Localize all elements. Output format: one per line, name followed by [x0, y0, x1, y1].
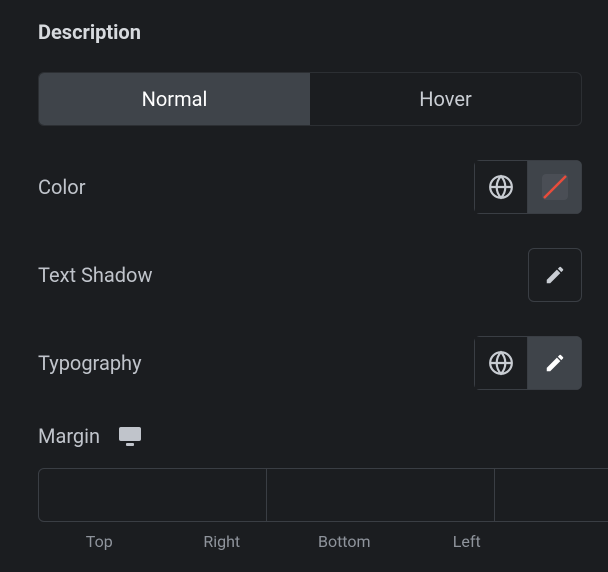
- margin-bottom-label: Bottom: [283, 532, 406, 551]
- margin-right-label: Right: [161, 532, 284, 551]
- text-shadow-row: Text Shadow: [38, 248, 582, 302]
- globe-icon: [488, 174, 514, 200]
- style-panel: Description Normal Hover Color Text S: [0, 0, 608, 571]
- margin-left-label: Left: [406, 532, 529, 551]
- monitor-icon: [118, 426, 142, 446]
- margin-top-label: Top: [38, 532, 161, 551]
- section-title: Description: [38, 20, 582, 44]
- typography-controls: [474, 336, 582, 390]
- typography-global-button[interactable]: [474, 336, 528, 390]
- tab-hover[interactable]: Hover: [310, 73, 581, 125]
- no-color-icon: [540, 172, 570, 202]
- color-row: Color: [38, 160, 582, 214]
- responsive-button[interactable]: [118, 426, 142, 446]
- margin-inputs: [38, 468, 582, 522]
- tab-normal[interactable]: Normal: [39, 73, 310, 125]
- state-tabs: Normal Hover: [38, 72, 582, 126]
- margin-label: Margin: [38, 424, 100, 448]
- margin-sublabels: Top Right Bottom Left: [38, 532, 582, 551]
- pencil-icon: [544, 264, 566, 286]
- text-shadow-label: Text Shadow: [38, 263, 152, 287]
- margin-right-input[interactable]: [267, 468, 495, 522]
- color-global-button[interactable]: [474, 160, 528, 214]
- typography-label: Typography: [38, 351, 142, 375]
- margin-top-input[interactable]: [38, 468, 267, 522]
- color-swatch-button[interactable]: [528, 160, 582, 214]
- margin-bottom-input[interactable]: [495, 468, 608, 522]
- text-shadow-controls: [528, 248, 582, 302]
- typography-row: Typography: [38, 336, 582, 390]
- pencil-icon: [544, 352, 566, 374]
- globe-icon: [488, 350, 514, 376]
- text-shadow-edit-button[interactable]: [528, 248, 582, 302]
- color-controls: [474, 160, 582, 214]
- typography-edit-button[interactable]: [528, 336, 582, 390]
- margin-header: Margin: [38, 424, 582, 448]
- color-label: Color: [38, 175, 85, 199]
- margin-blank-label: [528, 532, 582, 551]
